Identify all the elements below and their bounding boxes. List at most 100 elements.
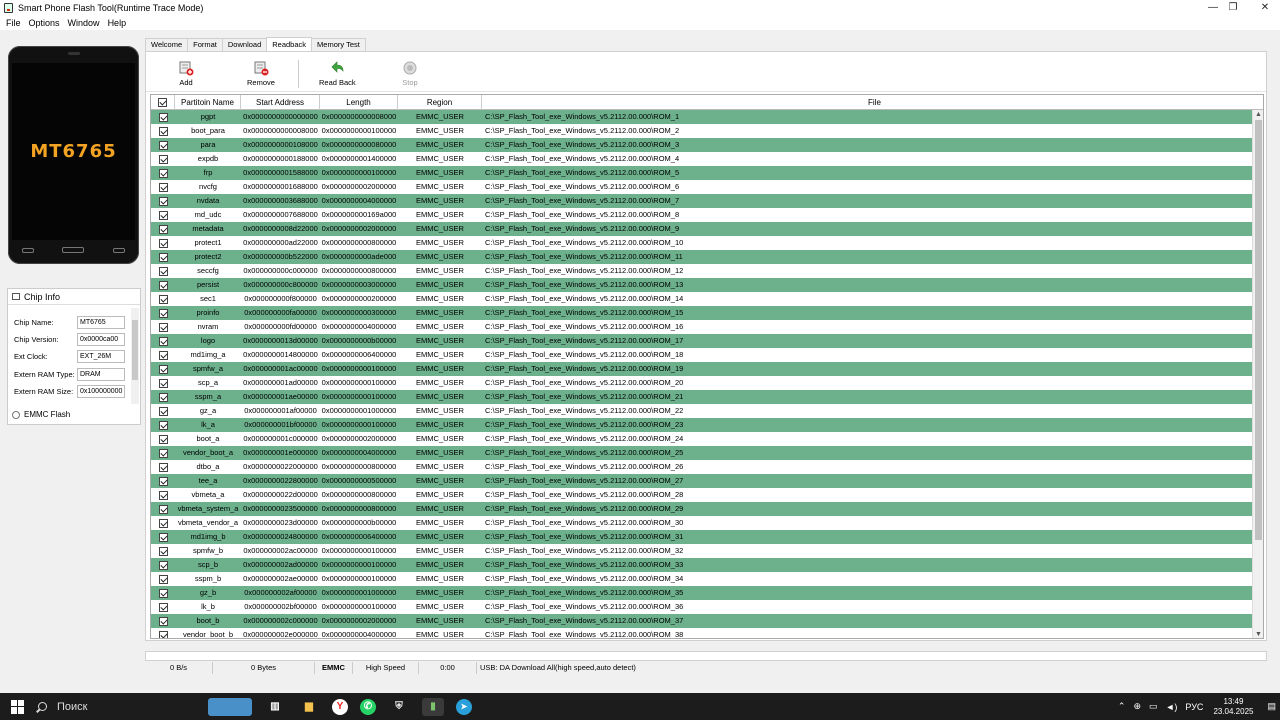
row-checkbox[interactable] — [158, 112, 168, 122]
row-checkbox[interactable] — [158, 126, 168, 136]
notifications-icon[interactable]: ▤ — [1267, 701, 1276, 712]
row-checkbox[interactable] — [158, 462, 168, 472]
telegram-icon[interactable]: ➤ — [456, 698, 472, 715]
col-start-address[interactable]: Start Address — [241, 95, 320, 110]
tray-language[interactable]: РУС — [1185, 702, 1203, 712]
table-row[interactable]: md1img_b 0x0000000024800000 0x000000000640… — [151, 530, 1254, 544]
select-all-header[interactable] — [151, 95, 175, 110]
table-row[interactable]: scp_b 0x000000002ad00000 0x000000000010000… — [151, 558, 1254, 572]
table-row[interactable]: sec1 0x000000000f800000 0x0000000000200000… — [151, 292, 1254, 306]
table-row[interactable]: proinfo 0x000000000fa00000 0x0000000000300… — [151, 306, 1254, 320]
table-row[interactable]: gz_a 0x000000001af00000 0x0000000001000000… — [151, 404, 1254, 418]
table-scroll-thumb[interactable] — [1255, 120, 1262, 540]
menu-help[interactable]: Help — [104, 18, 131, 28]
row-checkbox[interactable] — [158, 504, 168, 514]
table-row[interactable]: boot_para 0x0000000000008000 0x00000000001… — [151, 124, 1254, 138]
tab-welcome[interactable]: Welcome — [145, 38, 189, 51]
tray-network-icon[interactable]: ▭ — [1149, 701, 1158, 712]
row-checkbox[interactable] — [158, 602, 168, 612]
tab-download[interactable]: Download — [221, 38, 268, 51]
table-row[interactable]: scp_a 0x000000001ad00000 0x000000000010000… — [151, 376, 1254, 390]
table-row[interactable]: sspm_b 0x000000002ae00000 0x00000000001000… — [151, 572, 1254, 586]
tray-app-icon[interactable]: ⊕ — [1133, 701, 1141, 712]
maximize-button[interactable]: ❐ — [1218, 0, 1248, 15]
taskbar-search[interactable]: Поиск — [38, 693, 168, 720]
menu-window[interactable]: Window — [64, 18, 104, 28]
row-checkbox[interactable] — [158, 406, 168, 416]
tray-chevron-icon[interactable]: ⌃ — [1118, 701, 1126, 712]
row-checkbox[interactable] — [158, 154, 168, 164]
row-checkbox[interactable] — [158, 476, 168, 486]
tray-clock[interactable]: 13:49 23.04.2025 — [1213, 697, 1253, 717]
table-row[interactable]: metadata 0x0000000008d22000 0x000000000200… — [151, 222, 1254, 236]
chip-info-header[interactable]: Chip Info — [8, 289, 140, 305]
row-checkbox[interactable] — [158, 392, 168, 402]
table-row[interactable]: dtbo_a 0x0000000022000000 0x00000000008000… — [151, 460, 1254, 474]
table-row[interactable]: vendor_boot_b 0x000000002e000000 0x0000000… — [151, 628, 1254, 638]
table-row[interactable]: protect2 0x000000000b522000 0x0000000000ad… — [151, 250, 1254, 264]
task-view-icon[interactable]: ▥ — [264, 698, 286, 716]
row-checkbox[interactable] — [158, 238, 168, 248]
col-length[interactable]: Length — [320, 95, 398, 110]
add-button[interactable]: Add — [178, 60, 194, 87]
chip-info-scroll-thumb[interactable] — [132, 320, 138, 380]
table-row[interactable]: gz_b 0x000000002af00000 0x0000000001000000… — [151, 586, 1254, 600]
remove-button[interactable]: Remove — [247, 60, 275, 87]
security-shield-icon[interactable]: ⛨ — [388, 698, 410, 716]
col-file[interactable]: File — [482, 95, 1263, 110]
table-row[interactable]: nvcfg 0x0000000001688000 0x000000000200000… — [151, 180, 1254, 194]
row-checkbox[interactable] — [158, 574, 168, 584]
table-row[interactable]: spmfw_b 0x000000002ac00000 0x0000000000100… — [151, 544, 1254, 558]
table-row[interactable]: pgpt 0x0000000000000000 0x0000000000008000… — [151, 110, 1254, 124]
col-region[interactable]: Region — [398, 95, 482, 110]
table-row[interactable]: logo 0x0000000013d00000 0x0000000000b00000… — [151, 334, 1254, 348]
row-checkbox[interactable] — [158, 420, 168, 430]
row-checkbox[interactable] — [158, 546, 168, 556]
table-row[interactable]: expdb 0x0000000000188000 0x000000000140000… — [151, 152, 1254, 166]
table-row[interactable]: md_udc 0x0000000007688000 0x000000000169a0… — [151, 208, 1254, 222]
row-checkbox[interactable] — [158, 196, 168, 206]
table-row[interactable]: nvram 0x000000000fd00000 0x000000000400000… — [151, 320, 1254, 334]
row-checkbox[interactable] — [158, 210, 168, 220]
row-checkbox[interactable] — [158, 140, 168, 150]
emmc-flash-header[interactable]: EMMC Flash — [12, 410, 70, 419]
scroll-up-icon[interactable]: ▲ — [1253, 110, 1263, 119]
table-row[interactable]: vbmeta_system_a 0x0000000023500000 0x00000… — [151, 502, 1254, 516]
row-checkbox[interactable] — [158, 616, 168, 626]
table-row[interactable]: sspm_a 0x000000001ae00000 0x00000000001000… — [151, 390, 1254, 404]
select-all-checkbox[interactable] — [158, 98, 167, 107]
row-checkbox[interactable] — [158, 266, 168, 276]
row-checkbox[interactable] — [158, 490, 168, 500]
row-checkbox[interactable] — [158, 294, 168, 304]
table-row[interactable]: vbmeta_vendor_a 0x0000000023d00000 0x00000… — [151, 516, 1254, 530]
table-row[interactable]: boot_b 0x000000002c000000 0x00000000020000… — [151, 614, 1254, 628]
table-row[interactable]: lk_a 0x000000001bf00000 0x0000000000100000… — [151, 418, 1254, 432]
flash-tool-taskbar-icon[interactable]: ▮ — [422, 697, 444, 716]
table-scrollbar[interactable]: ▲ ▼ — [1252, 110, 1263, 638]
close-button[interactable]: ✕ — [1250, 0, 1280, 15]
table-row[interactable]: vendor_boot_a 0x000000001e000000 0x0000000… — [151, 446, 1254, 460]
row-checkbox[interactable] — [158, 560, 168, 570]
row-checkbox[interactable] — [158, 518, 168, 528]
stop-button[interactable]: Stop — [402, 60, 418, 87]
row-checkbox[interactable] — [158, 630, 168, 638]
scroll-down-icon[interactable]: ▼ — [1253, 630, 1263, 638]
read-back-button[interactable]: Read Back — [319, 60, 356, 87]
yandex-browser-icon[interactable]: Y — [332, 698, 348, 715]
tab-readback[interactable]: Readback — [266, 37, 313, 51]
table-row[interactable]: lk_b 0x000000002bf00000 0x0000000000100000… — [151, 600, 1254, 614]
col-partition-name[interactable]: Partitoin Name — [175, 95, 241, 110]
row-checkbox[interactable] — [158, 336, 168, 346]
row-checkbox[interactable] — [158, 448, 168, 458]
table-row[interactable]: nvdata 0x0000000003688000 0x00000000040000… — [151, 194, 1254, 208]
tab-memory-test[interactable]: Memory Test — [311, 38, 366, 51]
table-row[interactable]: spmfw_a 0x000000001ac00000 0x0000000000100… — [151, 362, 1254, 376]
menu-file[interactable]: File — [2, 18, 25, 28]
table-row[interactable]: persist 0x000000000c800000 0x0000000003000… — [151, 278, 1254, 292]
row-checkbox[interactable] — [158, 308, 168, 318]
row-checkbox[interactable] — [158, 364, 168, 374]
table-row[interactable]: md1img_a 0x0000000014800000 0x000000000640… — [151, 348, 1254, 362]
table-row[interactable]: para 0x0000000000108000 0x0000000000080000… — [151, 138, 1254, 152]
row-checkbox[interactable] — [158, 182, 168, 192]
table-row[interactable]: seccfg 0x000000000c000000 0x00000000008000… — [151, 264, 1254, 278]
